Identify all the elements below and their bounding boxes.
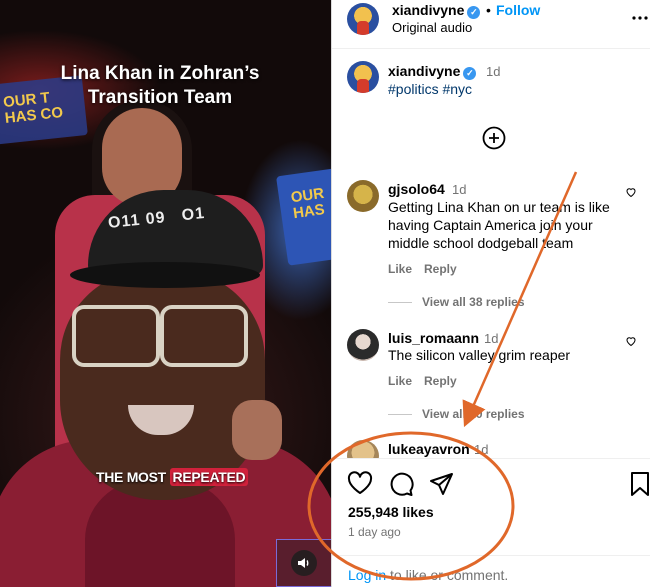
post-author-username[interactable]: xiandivyne ✓ [388,63,477,80]
glasses-left-lens [72,305,160,367]
view-replies-button[interactable]: View all 38 replies [388,295,525,309]
post-actions: 255,948 likes 1 day ago Log in to like o… [332,459,650,587]
view-replies-label: View all 38 replies [422,295,525,309]
login-divider [332,555,650,556]
verified-badge-icon: ✓ [467,6,481,19]
comment-username[interactable]: luis_romaann [388,330,479,346]
comment-time: 1d [452,182,467,197]
comment-time: 1d [474,442,489,457]
replies-line [388,301,412,303]
likes-count[interactable]: 255,948 likes [348,504,434,520]
cap-brim [70,262,260,288]
comment-like-button[interactable]: Like [388,374,412,388]
post-author-username-text: xiandivyne [388,63,461,79]
author-username[interactable]: xiandivyne ✓ [392,2,481,19]
crowd-sign-right-text: OUR HAS [289,184,326,223]
login-rest: to like or comment. [386,567,509,583]
header-divider [332,48,650,49]
comment-heart-icon[interactable] [625,334,637,352]
comment-time: 1d [484,331,499,346]
more-horizontal-icon[interactable] [631,10,649,31]
post-author-avatar[interactable] [347,61,379,93]
heart-icon[interactable] [347,471,373,500]
comment-reply-button[interactable]: Reply [424,262,457,276]
comment-avatar[interactable] [347,180,379,212]
plus-circle-icon[interactable] [482,126,506,155]
header-separator: • [486,2,491,18]
login-prompt: Log in to like or comment. [348,567,508,583]
comment-icon[interactable] [388,471,414,502]
video-subtitle-highlight: REPEATED [169,468,249,486]
post-panel: xiandivyne ✓ • Follow Original audio xian… [331,0,650,587]
post-time: 1d [486,64,501,79]
video-caption-line2: Transition Team [87,87,233,108]
author-username-text: xiandivyne [392,2,465,18]
view-replies-button[interactable]: View all 10 replies [388,407,525,421]
comment-text: Getting Lina Khan on ur team is like hav… [388,199,610,251]
comment-text: The silicon valley grim reaper [388,347,571,363]
comment-username[interactable]: gjsolo64 [388,181,445,197]
follow-button[interactable]: Follow [496,2,540,18]
video-subtitle-prefix: THE MOST [96,469,170,485]
hand [232,400,282,460]
reel-video[interactable]: OUR T HAS CO OUR HAS O11 09 O1 Lina Khan… [0,0,331,587]
posted-time: 1 day ago [348,525,401,539]
comment-avatar[interactable] [347,329,379,361]
send-icon[interactable] [429,471,455,502]
view-replies-label: View all 10 replies [422,407,525,421]
verified-badge-icon: ✓ [463,67,477,80]
comment-reply-button[interactable]: Reply [424,374,457,388]
replies-line [388,413,412,415]
speaker-icon [291,550,317,576]
post-hashtags[interactable]: #politics #nyc [388,81,472,97]
glasses-right-lens [160,305,248,367]
video-subtitle: THE MOST REPEATED [96,468,249,486]
comment-username[interactable]: lukeayavron [388,441,470,457]
video-caption: Lina Khan in Zohran’s Transition Team [0,62,320,110]
comment-like-button[interactable]: Like [388,262,412,276]
author-avatar[interactable] [347,3,379,35]
audio-label[interactable]: Original audio [392,20,472,35]
login-link[interactable]: Log in [348,567,386,583]
bookmark-icon[interactable] [629,471,650,502]
video-caption-line1: Lina Khan in Zohran’s [60,63,260,84]
mute-button[interactable] [276,539,332,587]
comment-heart-icon[interactable] [625,185,637,203]
